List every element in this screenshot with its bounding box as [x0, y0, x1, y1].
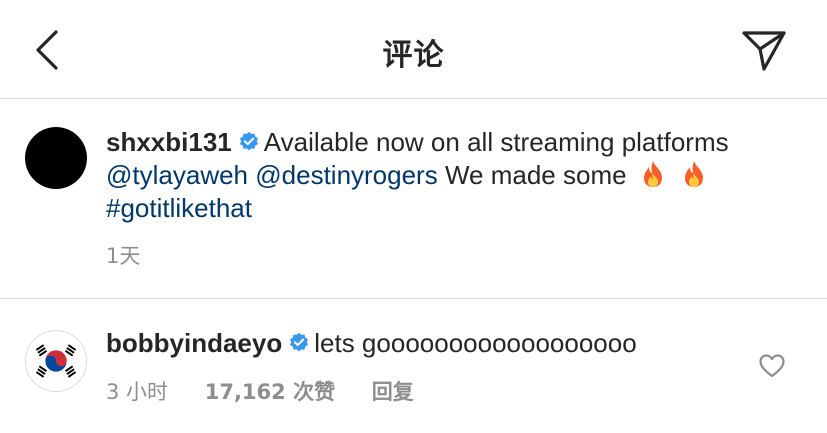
reply-button[interactable]: 回复	[372, 376, 414, 406]
paper-plane-icon[interactable]	[738, 27, 790, 75]
avatar[interactable]	[25, 330, 87, 392]
comment-meta: 3 小时 17,162 次赞 回复	[106, 376, 414, 406]
caption-text-block: shxxbi131 Available now on all streaming…	[106, 126, 806, 225]
caption-text-continued: We made some	[444, 160, 627, 190]
verified-badge-icon	[239, 131, 258, 151]
fire-emoji-icon	[643, 161, 662, 187]
fire-emoji-icon	[685, 161, 704, 187]
mention-link[interactable]: @tylayaweh	[106, 160, 248, 190]
hashtag-link[interactable]: #gotitlikethat	[106, 193, 252, 223]
comment-username[interactable]: bobbyindaeyo	[106, 328, 282, 358]
comments-header: 评论	[0, 0, 827, 99]
korean-flag-icon	[26, 331, 86, 391]
heart-outline-icon[interactable]	[758, 353, 786, 379]
like-count[interactable]: 17,162 次赞	[205, 376, 335, 406]
comment-text-block: bobbyindaeyo lets goooooooooooooooooo	[106, 327, 637, 360]
avatar[interactable]	[25, 127, 87, 189]
verified-badge-icon	[290, 332, 309, 352]
post-username[interactable]: shxxbi131	[106, 127, 232, 157]
page-title: 评论	[382, 38, 445, 73]
comment-body: lets goooooooooooooooooo	[314, 328, 637, 358]
post-timestamp: 1天	[106, 244, 141, 268]
caption-text: Available now on all streaming platforms	[263, 127, 729, 157]
comment-item: bobbyindaeyo lets goooooooooooooooooo 3 …	[0, 299, 827, 433]
comment-timestamp: 3 小时	[106, 380, 169, 404]
post-caption: shxxbi131 Available now on all streaming…	[0, 99, 827, 299]
mention-link[interactable]: @destinyrogers	[255, 160, 437, 190]
